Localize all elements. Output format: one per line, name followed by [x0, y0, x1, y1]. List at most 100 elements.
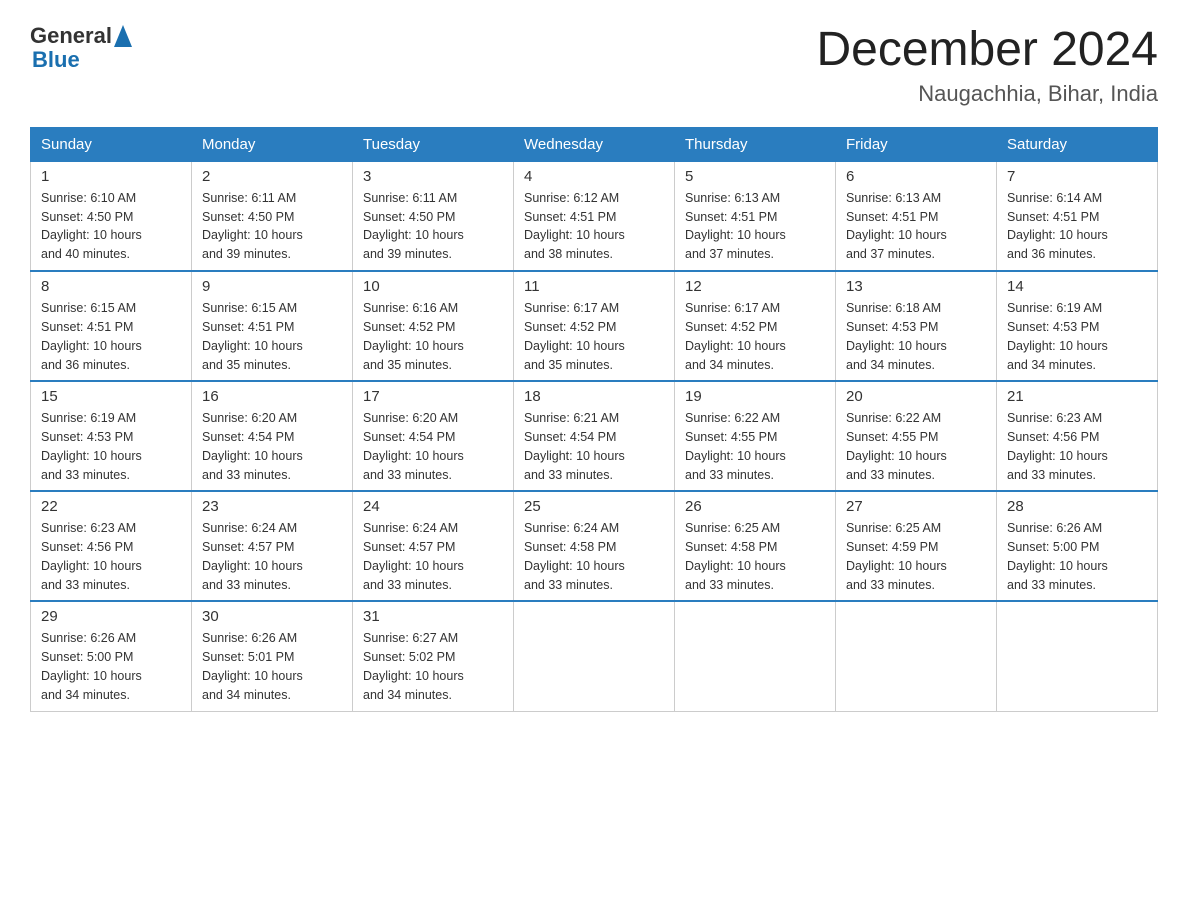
calendar-cell: [514, 601, 675, 711]
day-info: Sunrise: 6:17 AMSunset: 4:52 PMDaylight:…: [524, 299, 664, 374]
day-number: 20: [846, 388, 986, 405]
calendar-table: SundayMondayTuesdayWednesdayThursdayFrid…: [30, 127, 1158, 712]
calendar-cell: 26 Sunrise: 6:25 AMSunset: 4:58 PMDayligh…: [675, 491, 836, 601]
day-number: 30: [202, 608, 342, 625]
day-number: 1: [41, 168, 181, 185]
week-row-5: 29Sunrise: 6:26 AMSunset: 5:00 PMDayligh…: [31, 601, 1158, 711]
month-title: December 2024: [816, 24, 1158, 77]
calendar-cell: 30 Sunrise: 6:26 AMSunset: 5:01 PMDayligh…: [192, 601, 353, 711]
calendar-body: 1 Sunrise: 6:10 AMSunset: 4:50 PMDaylight…: [31, 161, 1158, 711]
calendar-cell: 8Sunrise: 6:15 AMSunset: 4:51 PMDaylight…: [31, 271, 192, 381]
day-number: 6: [846, 168, 986, 185]
calendar-header: SundayMondayTuesdayWednesdayThursdayFrid…: [31, 127, 1158, 161]
day-number: 7: [1007, 168, 1147, 185]
calendar-cell: 20 Sunrise: 6:22 AMSunset: 4:55 PMDayligh…: [836, 381, 997, 491]
day-info: Sunrise: 6:13 AMSunset: 4:51 PMDaylight:…: [685, 189, 825, 264]
day-number: 5: [685, 168, 825, 185]
week-row-2: 8Sunrise: 6:15 AMSunset: 4:51 PMDaylight…: [31, 271, 1158, 381]
header-row: SundayMondayTuesdayWednesdayThursdayFrid…: [31, 127, 1158, 161]
day-info: Sunrise: 6:22 AMSunset: 4:55 PMDaylight:…: [846, 409, 986, 484]
calendar-cell: 17 Sunrise: 6:20 AMSunset: 4:54 PMDayligh…: [353, 381, 514, 491]
calendar-cell: 2 Sunrise: 6:11 AMSunset: 4:50 PMDaylight…: [192, 161, 353, 271]
calendar-cell: [675, 601, 836, 711]
header-cell-sunday: Sunday: [31, 127, 192, 161]
calendar-cell: 28 Sunrise: 6:26 AMSunset: 5:00 PMDayligh…: [997, 491, 1158, 601]
calendar-cell: 7 Sunrise: 6:14 AMSunset: 4:51 PMDaylight…: [997, 161, 1158, 271]
title-area: December 2024 Naugachhia, Bihar, India: [816, 24, 1158, 107]
day-number: 22: [41, 498, 181, 515]
week-row-3: 15 Sunrise: 6:19 AMSunset: 4:53 PMDayligh…: [31, 381, 1158, 491]
calendar-cell: 31Sunrise: 6:27 AMSunset: 5:02 PMDayligh…: [353, 601, 514, 711]
day-number: 17: [363, 388, 503, 405]
calendar-cell: 14 Sunrise: 6:19 AMSunset: 4:53 PMDayligh…: [997, 271, 1158, 381]
calendar-cell: 6 Sunrise: 6:13 AMSunset: 4:51 PMDaylight…: [836, 161, 997, 271]
day-info: Sunrise: 6:12 AMSunset: 4:51 PMDaylight:…: [524, 189, 664, 264]
calendar-cell: 10 Sunrise: 6:16 AMSunset: 4:52 PMDayligh…: [353, 271, 514, 381]
calendar-cell: 11 Sunrise: 6:17 AMSunset: 4:52 PMDayligh…: [514, 271, 675, 381]
day-number: 14: [1007, 278, 1147, 295]
calendar-cell: [997, 601, 1158, 711]
week-row-1: 1 Sunrise: 6:10 AMSunset: 4:50 PMDaylight…: [31, 161, 1158, 271]
calendar-cell: 9 Sunrise: 6:15 AMSunset: 4:51 PMDaylight…: [192, 271, 353, 381]
day-info: Sunrise: 6:20 AMSunset: 4:54 PMDaylight:…: [202, 409, 342, 484]
logo-general: General: [30, 24, 112, 48]
day-number: 21: [1007, 388, 1147, 405]
calendar-cell: 4 Sunrise: 6:12 AMSunset: 4:51 PMDaylight…: [514, 161, 675, 271]
day-info: Sunrise: 6:19 AMSunset: 4:53 PMDaylight:…: [1007, 299, 1147, 374]
day-number: 9: [202, 278, 342, 295]
calendar-cell: 3Sunrise: 6:11 AMSunset: 4:50 PMDaylight…: [353, 161, 514, 271]
day-info: Sunrise: 6:24 AMSunset: 4:57 PMDaylight:…: [202, 519, 342, 594]
day-number: 11: [524, 278, 664, 295]
week-row-4: 22 Sunrise: 6:23 AMSunset: 4:56 PMDayligh…: [31, 491, 1158, 601]
location-title: Naugachhia, Bihar, India: [816, 81, 1158, 107]
day-number: 3: [363, 168, 503, 185]
day-number: 29: [41, 608, 181, 625]
day-info: Sunrise: 6:27 AMSunset: 5:02 PMDaylight:…: [363, 629, 503, 704]
calendar-cell: 15 Sunrise: 6:19 AMSunset: 4:53 PMDayligh…: [31, 381, 192, 491]
day-info: Sunrise: 6:25 AMSunset: 4:59 PMDaylight:…: [846, 519, 986, 594]
day-number: 4: [524, 168, 664, 185]
calendar-cell: 19Sunrise: 6:22 AMSunset: 4:55 PMDayligh…: [675, 381, 836, 491]
day-number: 26: [685, 498, 825, 515]
day-info: Sunrise: 6:26 AMSunset: 5:01 PMDaylight:…: [202, 629, 342, 704]
day-info: Sunrise: 6:15 AMSunset: 4:51 PMDaylight:…: [41, 299, 181, 374]
header-cell-saturday: Saturday: [997, 127, 1158, 161]
day-number: 25: [524, 498, 664, 515]
day-info: Sunrise: 6:14 AMSunset: 4:51 PMDaylight:…: [1007, 189, 1147, 264]
calendar-cell: [836, 601, 997, 711]
header-cell-friday: Friday: [836, 127, 997, 161]
logo: General Blue: [30, 24, 132, 72]
day-info: Sunrise: 6:26 AMSunset: 5:00 PMDaylight:…: [1007, 519, 1147, 594]
calendar-cell: 18Sunrise: 6:21 AMSunset: 4:54 PMDayligh…: [514, 381, 675, 491]
day-info: Sunrise: 6:24 AMSunset: 4:57 PMDaylight:…: [363, 519, 503, 594]
day-number: 10: [363, 278, 503, 295]
day-number: 28: [1007, 498, 1147, 515]
day-info: Sunrise: 6:25 AMSunset: 4:58 PMDaylight:…: [685, 519, 825, 594]
calendar-cell: 22 Sunrise: 6:23 AMSunset: 4:56 PMDayligh…: [31, 491, 192, 601]
calendar-cell: 12 Sunrise: 6:17 AMSunset: 4:52 PMDayligh…: [675, 271, 836, 381]
calendar-cell: 21Sunrise: 6:23 AMSunset: 4:56 PMDayligh…: [997, 381, 1158, 491]
header-cell-tuesday: Tuesday: [353, 127, 514, 161]
day-number: 15: [41, 388, 181, 405]
header-cell-thursday: Thursday: [675, 127, 836, 161]
day-number: 12: [685, 278, 825, 295]
day-info: Sunrise: 6:19 AMSunset: 4:53 PMDaylight:…: [41, 409, 181, 484]
calendar-cell: 5 Sunrise: 6:13 AMSunset: 4:51 PMDaylight…: [675, 161, 836, 271]
day-info: Sunrise: 6:23 AMSunset: 4:56 PMDaylight:…: [41, 519, 181, 594]
day-number: 23: [202, 498, 342, 515]
calendar-cell: 16Sunrise: 6:20 AMSunset: 4:54 PMDayligh…: [192, 381, 353, 491]
day-number: 2: [202, 168, 342, 185]
day-info: Sunrise: 6:16 AMSunset: 4:52 PMDaylight:…: [363, 299, 503, 374]
day-number: 24: [363, 498, 503, 515]
day-info: Sunrise: 6:18 AMSunset: 4:53 PMDaylight:…: [846, 299, 986, 374]
calendar-cell: 24 Sunrise: 6:24 AMSunset: 4:57 PMDayligh…: [353, 491, 514, 601]
calendar-cell: 29Sunrise: 6:26 AMSunset: 5:00 PMDayligh…: [31, 601, 192, 711]
day-info: Sunrise: 6:17 AMSunset: 4:52 PMDaylight:…: [685, 299, 825, 374]
calendar-cell: 1 Sunrise: 6:10 AMSunset: 4:50 PMDaylight…: [31, 161, 192, 271]
day-info: Sunrise: 6:20 AMSunset: 4:54 PMDaylight:…: [363, 409, 503, 484]
day-info: Sunrise: 6:13 AMSunset: 4:51 PMDaylight:…: [846, 189, 986, 264]
day-info: Sunrise: 6:10 AMSunset: 4:50 PMDaylight:…: [41, 189, 181, 264]
day-info: Sunrise: 6:11 AMSunset: 4:50 PMDaylight:…: [202, 189, 342, 264]
day-info: Sunrise: 6:15 AMSunset: 4:51 PMDaylight:…: [202, 299, 342, 374]
day-info: Sunrise: 6:24 AMSunset: 4:58 PMDaylight:…: [524, 519, 664, 594]
